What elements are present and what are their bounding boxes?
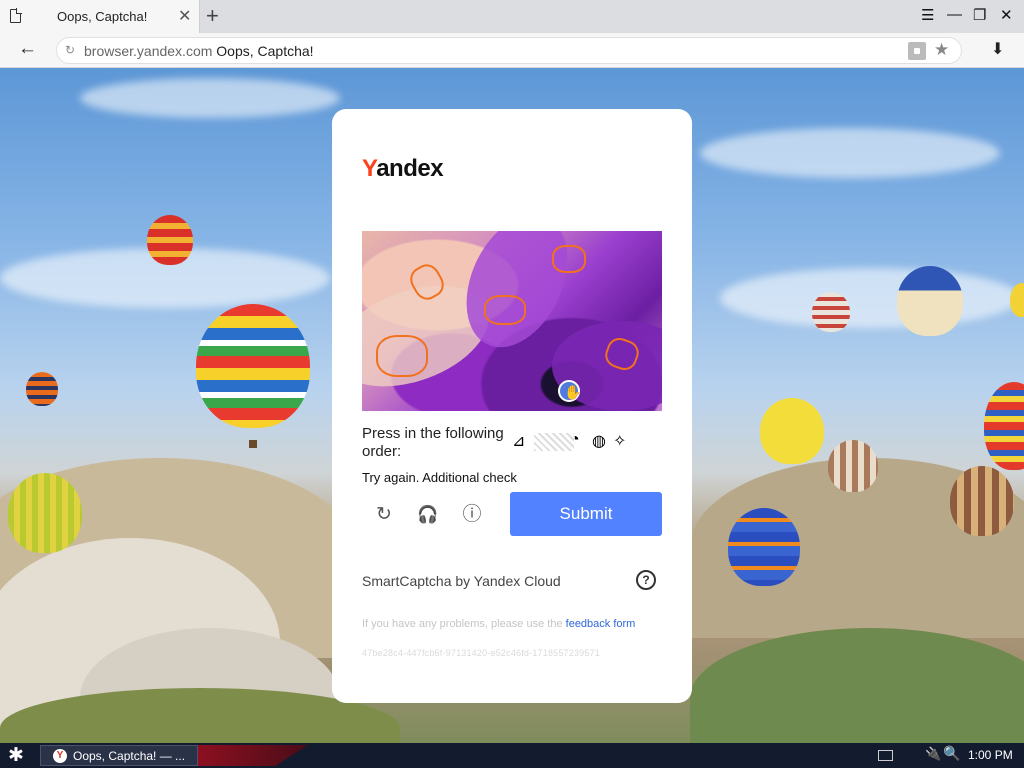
hot-air-balloon — [984, 382, 1024, 470]
hot-air-balloon — [1010, 283, 1024, 317]
omnibox[interactable]: ↻ browser.yandex.com Oops, Captcha! ★ — [56, 37, 962, 64]
clock[interactable]: 1:00 PM — [968, 748, 1013, 762]
taskbar-window-item[interactable]: Y Oops, Captcha! — ... — [40, 745, 198, 766]
submit-button[interactable]: Submit — [510, 492, 662, 536]
captcha-glyph — [376, 335, 428, 377]
hot-air-balloon — [147, 215, 193, 265]
info-icon[interactable]: ⓘ — [460, 503, 484, 527]
document-icon — [10, 8, 22, 23]
menu-icon[interactable]: ☰ — [921, 6, 934, 24]
close-window-button[interactable]: ✕ — [1000, 6, 1013, 24]
browser-tab[interactable]: Oops, Captcha! ✕ — [0, 0, 200, 33]
feedback-note: If you have any problems, please use the… — [362, 618, 635, 630]
url-host: browser.yandex.com — [84, 43, 213, 59]
cloud — [700, 128, 1000, 178]
order-instruction: Press in the following order: — [362, 425, 504, 460]
url-text[interactable]: browser.yandex.com Oops, Captcha! — [84, 43, 314, 59]
hot-air-balloon — [950, 466, 1014, 536]
audio-icon[interactable]: 🎧 — [416, 503, 440, 527]
search-icon[interactable]: 🔍 — [943, 745, 960, 762]
feedback-link[interactable]: feedback form — [566, 618, 636, 630]
hint-glyph: ✧ — [613, 433, 627, 450]
provider-label: SmartCaptcha by Yandex Cloud — [362, 573, 561, 589]
download-icon[interactable]: ⬇ — [991, 39, 1004, 59]
taskbar: ✱ Y Oops, Captcha! — ... 🔌 🔍 1:00 PM — [0, 743, 1024, 768]
error-message: Try again. Additional check — [362, 470, 517, 485]
network-icon[interactable]: 🔌 — [925, 746, 941, 762]
start-menu-icon[interactable]: ✱ — [8, 744, 24, 767]
hot-air-balloon — [812, 292, 850, 332]
click-marker[interactable] — [558, 380, 581, 402]
taskbar-window-label: Oops, Captcha! — ... — [73, 749, 186, 763]
url-page-title: Oops, Captcha! — [216, 43, 314, 59]
yandex-browser-icon: Y — [53, 749, 67, 763]
back-button[interactable]: ← — [18, 38, 37, 60]
hot-air-balloon — [728, 508, 800, 586]
yandex-logo: Yandex — [362, 155, 444, 182]
hint-glyph: ◔ — [570, 431, 580, 448]
minimize-button[interactable]: — — [947, 6, 962, 23]
cloud — [720, 268, 1020, 328]
hint-glyph: ⊿ — [512, 433, 526, 450]
hint-noise — [534, 433, 574, 451]
tab-close-icon[interactable]: ✕ — [178, 6, 191, 26]
hot-air-balloon — [196, 304, 310, 428]
keyboard-icon[interactable] — [878, 750, 893, 761]
hot-air-balloon — [760, 398, 824, 464]
bookmark-star-icon[interactable]: ★ — [934, 40, 949, 60]
address-bar: ← ↻ browser.yandex.com Oops, Captcha! ★ … — [0, 33, 1024, 68]
taskbar-decoration — [198, 745, 308, 766]
new-tab-button[interactable]: + — [206, 3, 219, 29]
captcha-card: Yandex Press in the following order: ⊿ ◔… — [332, 109, 692, 703]
captcha-glyph — [552, 245, 586, 273]
refresh-icon[interactable]: ↻ — [372, 503, 396, 527]
hot-air-balloon — [828, 440, 878, 492]
feedback-text: If you have any problems, please use the — [362, 618, 563, 630]
valley-trees — [690, 628, 1024, 743]
hot-air-balloon — [26, 372, 58, 406]
tab-title: Oops, Captcha! — [57, 9, 148, 24]
hot-air-balloon — [897, 266, 963, 336]
request-id: 47be28c4-447fcb6f-97131420-e52c46fd-1718… — [362, 648, 600, 658]
captcha-image[interactable] — [362, 231, 662, 411]
restore-button[interactable]: ❐ — [973, 6, 986, 24]
reload-icon[interactable]: ↻ — [65, 43, 75, 57]
tab-strip: Oops, Captcha! ✕ + ☰ — ❐ ✕ — [0, 0, 1024, 33]
hot-air-balloon — [8, 473, 82, 553]
balloon-basket — [249, 440, 257, 448]
protect-icon[interactable] — [908, 42, 926, 60]
hint-glyph: ◍ — [592, 433, 606, 450]
captcha-glyph — [484, 295, 526, 325]
help-icon[interactable]: ? — [636, 570, 656, 590]
order-hint-strip: ⊿ ◔ ◍ ✧ — [512, 431, 632, 453]
cloud — [80, 78, 340, 118]
